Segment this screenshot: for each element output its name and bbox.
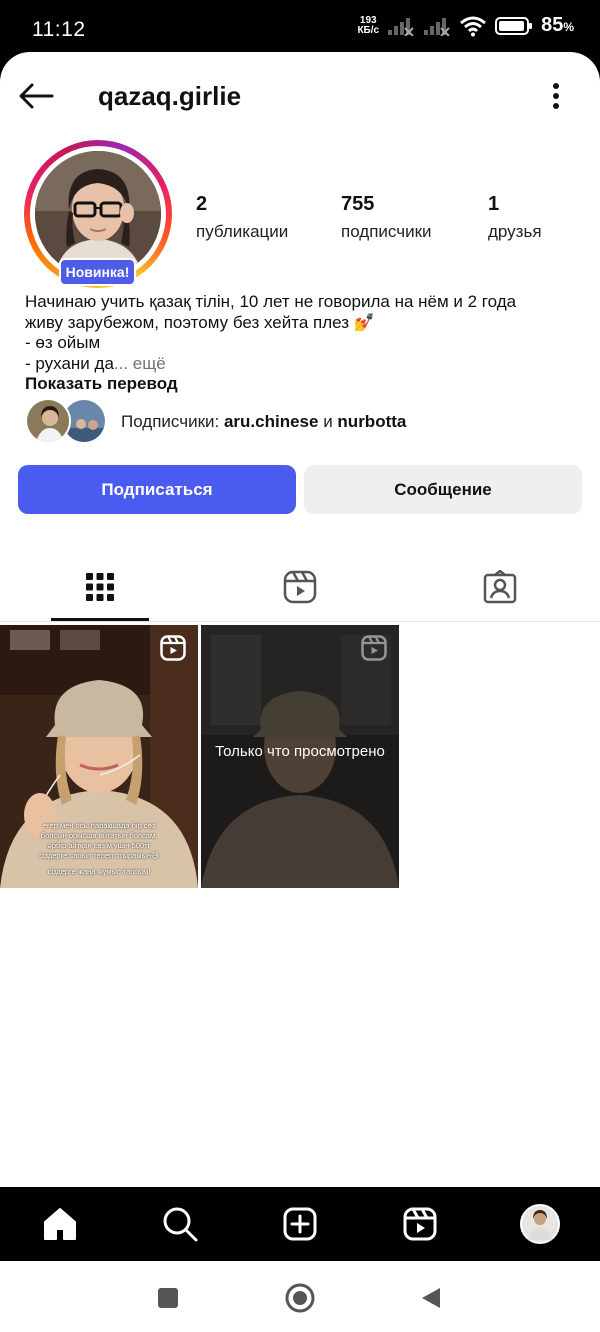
post-thumbnail[interactable]: Только что просмотрено [201, 625, 399, 888]
status-bar: 11:12 193 КБ/с 85% [0, 0, 600, 52]
stat-friends[interactable]: 1 друзья [488, 193, 542, 242]
search-icon [163, 1207, 198, 1242]
system-navigation-bar [0, 1261, 600, 1332]
vertical-dots-icon [553, 83, 559, 109]
nav-reels[interactable] [400, 1204, 440, 1244]
mutual-followers[interactable]: Подписчики: aru.chinese и nurbotta [25, 398, 585, 446]
tab-reels[interactable] [200, 552, 400, 622]
wifi-icon [460, 16, 487, 36]
home-system-button[interactable] [285, 1283, 315, 1313]
tab-tagged[interactable] [400, 552, 600, 622]
create-icon [283, 1207, 317, 1241]
follow-button[interactable]: Подписаться [18, 465, 296, 514]
tab-posts[interactable] [0, 552, 200, 622]
grid-icon [86, 573, 114, 601]
profile-username: qazaq.girlie [98, 81, 242, 111]
reels-icon [160, 635, 186, 661]
new-story-badge: Новинка! [59, 258, 136, 286]
posts-grid: егер мен осы парақшада бір сөз болсын ор… [0, 625, 600, 889]
stat-followers[interactable]: 755 подписчики [341, 193, 432, 242]
nav-search[interactable] [160, 1204, 200, 1244]
just-viewed-label: Только что просмотрено [215, 743, 385, 760]
triangle-back-icon [422, 1288, 440, 1308]
status-icons: 193 КБ/с 85% [357, 14, 574, 37]
more-options-button[interactable] [544, 80, 568, 112]
post-caption: егер мен осы парақшада бір сөз болсын ор… [39, 821, 159, 876]
square-icon [158, 1288, 178, 1308]
back-button[interactable] [16, 76, 56, 116]
tagged-icon [483, 570, 517, 604]
nav-home[interactable] [40, 1204, 80, 1244]
status-time: 11:12 [32, 18, 86, 41]
mutual-followers-text: Подписчики: aru.chinese и nurbotta [121, 412, 407, 431]
profile-bio: Начинаю учить қазақ тілін, 10 лет не гов… [25, 292, 517, 373]
nav-profile[interactable] [520, 1204, 560, 1244]
stat-posts[interactable]: 2 публикации [196, 193, 288, 242]
bio-more-link[interactable]: ... ещё [114, 354, 166, 373]
recent-apps-button[interactable] [153, 1283, 183, 1313]
profile-header: qazaq.girlie [0, 52, 600, 140]
reels-icon [361, 635, 387, 661]
profile-avatar [520, 1204, 560, 1244]
active-tab-indicator [51, 618, 149, 621]
profile-screen: qazaq.girlie Новинка! 2 публикации 755 п… [0, 52, 600, 1187]
home-icon [44, 1208, 76, 1240]
reels-icon [283, 570, 317, 604]
message-button[interactable]: Сообщение [304, 465, 582, 514]
nav-create[interactable] [280, 1204, 320, 1244]
signal-icon [388, 17, 414, 36]
back-system-button[interactable] [416, 1283, 446, 1313]
follower-avatar [25, 398, 71, 444]
circle-icon [285, 1283, 315, 1313]
bottom-navigation [0, 1187, 600, 1261]
signal-icon-2 [424, 17, 450, 36]
battery-icon [495, 16, 533, 35]
arrow-left-icon [19, 83, 54, 109]
post-thumbnail[interactable]: егер мен осы парақшада бір сөз болсын ор… [0, 625, 198, 888]
profile-tabs [0, 552, 600, 622]
reels-icon [403, 1207, 437, 1241]
battery-level: 85% [541, 14, 574, 36]
network-speed: 193 КБ/с [357, 14, 380, 36]
show-translation-link[interactable]: Показать перевод [25, 374, 178, 394]
